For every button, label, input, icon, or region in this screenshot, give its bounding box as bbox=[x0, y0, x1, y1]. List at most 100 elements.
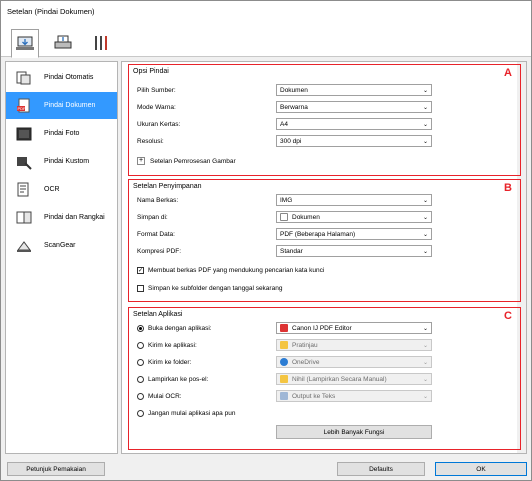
source-value: Dokumen bbox=[280, 86, 308, 94]
open-with-value: Canon IJ PDF Editor bbox=[292, 324, 352, 332]
start-ocr-select[interactable]: Output ke Teks ⌄ bbox=[276, 390, 432, 402]
sidebar: Pindai Otomatis PDF Pindai Dokumen Pinda… bbox=[5, 61, 118, 454]
onedrive-icon bbox=[280, 358, 288, 366]
resolution-select[interactable]: 300 dpi ⌄ bbox=[276, 135, 432, 147]
chevron-down-icon: ⌄ bbox=[422, 249, 428, 255]
send-to-app-label: Kirim ke aplikasi: bbox=[148, 341, 197, 349]
radio-empty-icon bbox=[137, 409, 144, 417]
window-title: Setelan (Pindai Dokumen) bbox=[1, 1, 531, 23]
chevron-down-icon: ⌄ bbox=[422, 326, 428, 332]
general-settings-icon bbox=[95, 36, 107, 50]
chevron-down-icon: ⌄ bbox=[422, 215, 428, 221]
section-title: Setelan Aplikasi bbox=[133, 311, 183, 318]
attach-email-value: Nihil (Lampirkan Secara Manual) bbox=[292, 375, 387, 383]
send-to-folder-value: OneDrive bbox=[292, 358, 320, 366]
resolution-label: Resolusi: bbox=[137, 137, 164, 145]
radio-empty-icon bbox=[137, 392, 144, 400]
chevron-down-icon: ⌄ bbox=[422, 377, 428, 383]
send-to-folder-label: Kirim ke folder: bbox=[148, 358, 192, 366]
section-letter: A bbox=[504, 67, 512, 79]
data-format-value: PDF (Beberapa Halaman) bbox=[280, 230, 356, 238]
sidebar-item-document-scan[interactable]: PDF Pindai Dokumen bbox=[6, 92, 117, 119]
chevron-down-icon: ⌄ bbox=[422, 105, 428, 111]
pdf-compression-select[interactable]: Standar ⌄ bbox=[276, 245, 432, 257]
start-ocr-value: Output ke Teks bbox=[292, 392, 336, 400]
data-format-select[interactable]: PDF (Beberapa Halaman) ⌄ bbox=[276, 228, 432, 240]
checkmark-icon: ✓ bbox=[137, 266, 144, 274]
checkbox-empty-icon bbox=[137, 284, 144, 292]
send-to-app-radio[interactable]: Kirim ke aplikasi: bbox=[137, 339, 197, 351]
scan-options-section: Opsi Pindai A Pilih Sumber: Dokumen ⌄ Mod… bbox=[128, 64, 521, 176]
resolution-value: 300 dpi bbox=[280, 137, 302, 145]
save-in-label: Simpan di: bbox=[137, 213, 168, 221]
section-title: Opsi Pindai bbox=[133, 68, 169, 75]
searchable-pdf-checkbox[interactable]: ✓ Membuat berkas PDF yang mendukung penca… bbox=[137, 264, 324, 276]
section-letter: B bbox=[504, 182, 512, 194]
source-label: Pilih Sumber: bbox=[137, 86, 176, 94]
file-name-value: IMG bbox=[280, 196, 293, 204]
text-output-icon bbox=[280, 392, 288, 400]
ok-button[interactable]: OK bbox=[435, 462, 527, 476]
scan-from-panel-tab[interactable] bbox=[49, 29, 77, 57]
sidebar-item-label: ScanGear bbox=[44, 242, 76, 249]
start-ocr-radio[interactable]: Mulai OCR: bbox=[137, 390, 182, 402]
more-functions-button[interactable]: Lebih Banyak Fungsi bbox=[276, 425, 432, 439]
sidebar-item-label: Pindai dan Rangkai bbox=[44, 214, 105, 221]
paper-size-value: A4 bbox=[280, 120, 288, 128]
send-to-folder-radio[interactable]: Kirim ke folder: bbox=[137, 356, 191, 368]
preview-app-icon bbox=[280, 341, 288, 349]
sidebar-item-label: Pindai Otomatis bbox=[44, 74, 94, 81]
sidebar-item-custom-scan[interactable]: Pindai Kustom bbox=[6, 148, 117, 175]
subfolder-checkbox[interactable]: Simpan ke subfolder dengan tanggal sekar… bbox=[137, 282, 282, 294]
searchable-pdf-label: Membuat berkas PDF yang mendukung pencar… bbox=[148, 266, 325, 274]
file-name-combo[interactable]: IMG ⌄ bbox=[276, 194, 432, 206]
color-mode-value: Berwarna bbox=[280, 103, 308, 111]
paper-size-select[interactable]: A4 ⌄ bbox=[276, 118, 432, 130]
sidebar-item-ocr[interactable]: OCR bbox=[6, 176, 117, 203]
save-in-select[interactable]: Dokumen ⌄ bbox=[276, 211, 432, 223]
attach-email-select[interactable]: Nihil (Lampirkan Secara Manual) ⌄ bbox=[276, 373, 432, 385]
sidebar-item-auto-scan[interactable]: Pindai Otomatis bbox=[6, 64, 117, 91]
send-to-folder-select[interactable]: OneDrive ⌄ bbox=[276, 356, 432, 368]
chevron-down-icon: ⌄ bbox=[422, 360, 428, 366]
scan-from-computer-icon bbox=[16, 36, 34, 50]
color-mode-select[interactable]: Berwarna ⌄ bbox=[276, 101, 432, 113]
data-format-label: Format Data: bbox=[137, 230, 175, 238]
chevron-down-icon: ⌄ bbox=[422, 343, 428, 349]
stitch-icon bbox=[16, 211, 32, 223]
image-processing-label: Setelan Pemrosesan Gambar bbox=[150, 157, 236, 165]
chevron-down-icon: ⌄ bbox=[422, 88, 428, 94]
send-to-app-select[interactable]: Pratinjau ⌄ bbox=[276, 339, 432, 351]
section-title: Setelan Penyimpanan bbox=[133, 183, 202, 190]
scan-from-panel-icon bbox=[54, 35, 72, 49]
sidebar-item-stitch[interactable]: Pindai dan Rangkai bbox=[6, 204, 117, 231]
attach-email-label: Lampirkan ke pos-el: bbox=[148, 375, 209, 383]
folder-icon bbox=[280, 375, 288, 383]
attach-email-radio[interactable]: Lampirkan ke pos-el: bbox=[137, 373, 208, 385]
color-mode-label: Mode Warna: bbox=[137, 103, 176, 111]
no-app-radio[interactable]: Jangan mulai aplikasi apa pun bbox=[137, 407, 235, 419]
auto-scan-icon bbox=[16, 71, 31, 84]
sidebar-item-photo-scan[interactable]: Pindai Foto bbox=[6, 120, 117, 147]
general-settings-tab[interactable] bbox=[87, 29, 115, 57]
scan-from-computer-tab[interactable] bbox=[11, 29, 39, 58]
settings-panel: Opsi Pindai A Pilih Sumber: Dokumen ⌄ Mod… bbox=[121, 61, 527, 454]
open-with-radio[interactable]: Buka dengan aplikasi: bbox=[137, 322, 212, 334]
image-processing-toggle[interactable]: + Setelan Pemrosesan Gambar bbox=[137, 155, 236, 167]
guide-button[interactable]: Petunjuk Pemakaian bbox=[7, 462, 105, 476]
chevron-down-icon: ⌄ bbox=[422, 198, 428, 204]
source-select[interactable]: Dokumen ⌄ bbox=[276, 84, 432, 96]
documents-folder-icon bbox=[280, 213, 288, 221]
sidebar-item-scangear[interactable]: ScanGear bbox=[6, 232, 117, 259]
pdf-editor-icon bbox=[280, 324, 288, 332]
sidebar-item-label: Pindai Dokumen bbox=[44, 102, 96, 109]
photo-scan-icon bbox=[16, 127, 32, 140]
defaults-button[interactable]: Defaults bbox=[337, 462, 425, 476]
open-with-select[interactable]: Canon IJ PDF Editor ⌄ bbox=[276, 322, 432, 334]
save-in-value: Dokumen bbox=[292, 213, 320, 221]
radio-selected-icon bbox=[137, 324, 144, 332]
custom-scan-icon bbox=[17, 156, 32, 170]
chevron-down-icon: ⌄ bbox=[422, 232, 428, 238]
chevron-down-icon: ⌄ bbox=[422, 139, 428, 145]
chevron-down-icon: ⌄ bbox=[422, 394, 428, 400]
